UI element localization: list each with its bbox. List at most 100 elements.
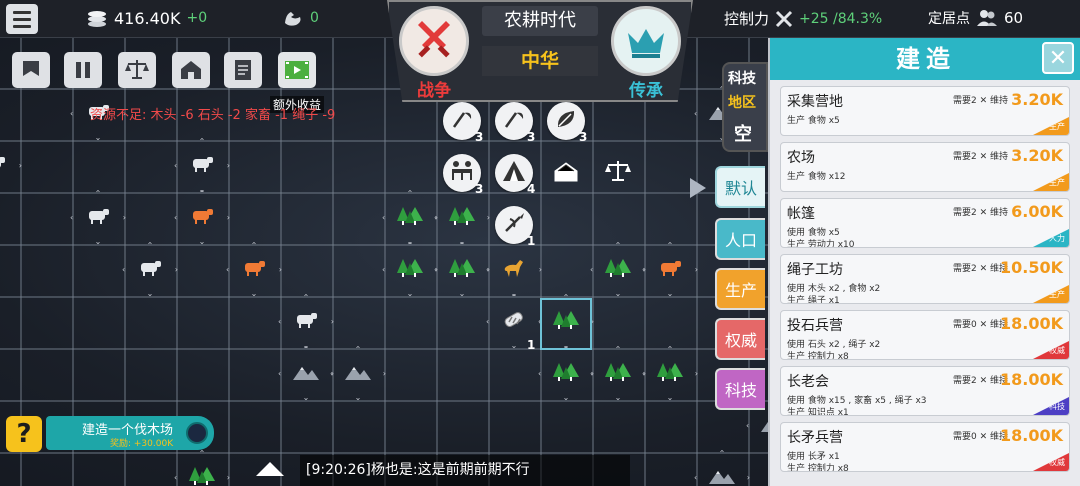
- cow-tile[interactable]: ⌃⌄‹›: [226, 242, 282, 298]
- cow-icon: [0, 155, 7, 177]
- chevron-down-icon: ⌄: [94, 237, 102, 246]
- document-button[interactable]: [224, 52, 262, 88]
- build-card[interactable]: 投石兵营 需要0 ✕ 维持 18.00K 使用 石头 x2 , 绳子 x2 生产 控制力…: [780, 310, 1070, 360]
- build-panel: 建造 ✕ 采集营地 需要2 ✕ 维持 3.20K 生产 食物 x5 生产 农场 需要2 ✕ …: [768, 38, 1080, 486]
- build-card[interactable]: 长矛兵营 需要0 ✕ 维持 18.00K 使用 长矛 x1 生产 控制力 x8 权威: [780, 422, 1070, 472]
- build-card[interactable]: 长老会 需要2 ✕ 维持 18.00K 使用 食物 x15 , 家畜 x5 , 绳子 …: [780, 366, 1070, 416]
- build-card-cost: 18.00K: [999, 370, 1063, 389]
- build-card-line: 生产 绳子 x1: [787, 296, 840, 304]
- chevron-left-icon: ‹: [486, 317, 490, 326]
- chevron-left-icon: ‹: [486, 265, 490, 274]
- tree-icon: [604, 361, 632, 387]
- pause-button[interactable]: [64, 52, 102, 88]
- chevron-down-icon: ⌄: [146, 289, 154, 298]
- tree-tile[interactable]: ⌃⌄‹›: [174, 449, 230, 486]
- chevron-right-icon: ›: [226, 473, 230, 482]
- coins-resource: 416.40K +0: [86, 8, 207, 28]
- crossed-swords-icon: [775, 10, 793, 27]
- cow-tile[interactable]: ⌃⌄‹›: [174, 137, 230, 194]
- tab-tech[interactable]: 科技: [715, 368, 765, 410]
- farmhouse-icon: [552, 159, 580, 187]
- build-card[interactable]: 农场 需要2 ✕ 维持 3.20K 生产 食物 x12 生产: [780, 142, 1070, 192]
- chevron-left-icon: ‹: [122, 265, 126, 274]
- cow-tile[interactable]: ⌃⌄‹›: [278, 294, 334, 350]
- chevron-down-icon: ⌄: [562, 393, 570, 402]
- tab-authority[interactable]: 权威: [715, 318, 765, 360]
- mountain-tile[interactable]: ⌃⌄‹›: [278, 346, 334, 402]
- chat-message[interactable]: [9:20:26]杨也是:这是前期前期不行: [300, 455, 630, 486]
- building-count: 1: [527, 234, 536, 248]
- chevron-up-icon: ⌃: [198, 449, 206, 458]
- chevron-left-icon: ‹: [434, 265, 438, 274]
- chevron-down-icon: ⌄: [250, 289, 258, 298]
- building-balance[interactable]: [599, 154, 637, 192]
- build-card-line: 生产 食物 x5: [787, 116, 840, 126]
- inherit-label: 传承: [629, 81, 663, 101]
- build-card-category-tag: 生产: [1033, 173, 1069, 191]
- cow-tile[interactable]: ⌃⌄‹›: [174, 190, 230, 246]
- build-card-cost: 10.50K: [999, 258, 1063, 277]
- cow-tile[interactable]: ⌃⌄‹›: [642, 242, 698, 298]
- selected-tile[interactable]: [540, 298, 592, 350]
- war-button[interactable]: [399, 6, 469, 76]
- build-card[interactable]: 帐篷 需要2 ✕ 维持 6.00K 使用 食物 x5 生产 劳动力 x10 人力: [780, 198, 1070, 248]
- banner-button[interactable]: [12, 52, 50, 88]
- tree-tile[interactable]: ⌃⌄‹›: [590, 242, 646, 298]
- tree-tile[interactable]: ⌃⌄‹›: [434, 190, 490, 246]
- chevron-left-icon: ‹: [382, 265, 386, 274]
- build-card-requirement: 需要2 ✕ 维持: [953, 96, 1008, 106]
- region-panel[interactable]: 科技 地区 空: [722, 62, 768, 152]
- spear-icon: [502, 211, 526, 239]
- inherit-button[interactable]: [611, 6, 681, 76]
- mountain-tile[interactable]: ⌃⌄‹›: [330, 345, 386, 402]
- help-button[interactable]: ?: [6, 416, 42, 452]
- menu-button[interactable]: [6, 4, 38, 34]
- build-card[interactable]: 绳子工坊 需要2 ✕ 维持 10.50K 使用 木头 x2 , 食物 x2 生产 绳子 …: [780, 254, 1070, 304]
- banner-icon: [23, 61, 39, 76]
- question-icon: ?: [16, 419, 32, 449]
- cow-icon: [241, 259, 267, 281]
- strength-value: 0: [310, 10, 319, 26]
- chat-expand-icon[interactable]: [256, 462, 284, 476]
- tech-label: 科技: [728, 71, 756, 87]
- balance-button[interactable]: [118, 52, 156, 88]
- tab-population[interactable]: 人口: [715, 218, 765, 260]
- chevron-right-icon: ›: [278, 265, 282, 274]
- horse-tile[interactable]: ⌃ ⌄ ‹ ›: [486, 242, 542, 298]
- cow-tile[interactable]: ⌃⌄‹›: [0, 141, 22, 191]
- tree-tile[interactable]: ⌃⌄‹›: [434, 242, 490, 298]
- chevron-down-icon: ⌄: [614, 289, 622, 298]
- chevron-up-icon: ⌃: [198, 137, 206, 146]
- tree-tile[interactable]: ⌃⌄‹›: [538, 346, 594, 402]
- building-farmhouse[interactable]: [547, 154, 585, 192]
- build-card[interactable]: 采集营地 需要2 ✕ 维持 3.20K 生产 食物 x5 生产: [780, 86, 1070, 136]
- close-icon: ✕: [1048, 45, 1068, 71]
- chevron-right-icon: ›: [642, 265, 646, 274]
- chevron-left-icon: ‹: [694, 109, 698, 118]
- mountain-tile[interactable]: ⌃⌄‹›: [694, 450, 750, 486]
- tree-tile[interactable]: ⌃⌄‹›: [590, 346, 646, 402]
- video-bonus-button[interactable]: [278, 52, 316, 88]
- settlement-resource: 定居点 60: [928, 8, 1023, 28]
- build-card-line: 生产 控制力 x8: [787, 352, 849, 360]
- grid-line: [0, 140, 770, 142]
- tree-tile[interactable]: ⌃⌄‹›: [382, 242, 438, 298]
- cow-icon: [189, 155, 215, 177]
- grid-line: [332, 38, 334, 486]
- chevron-left-icon: ‹: [382, 213, 386, 222]
- build-button[interactable]: [172, 52, 210, 88]
- cow-tile[interactable]: ⌃⌄‹›: [122, 242, 178, 298]
- build-card-category-tag: 权威: [1033, 341, 1069, 359]
- close-button[interactable]: ✕: [1042, 42, 1074, 74]
- build-panel-title: 建造: [770, 38, 1080, 80]
- tree-icon: [396, 205, 424, 231]
- tab-production[interactable]: 生产: [715, 268, 765, 310]
- cow-tile[interactable]: ⌃⌄‹›: [70, 190, 126, 246]
- chevron-up-icon: ⌃: [354, 345, 362, 354]
- tree-tile[interactable]: ⌃⌄‹›: [382, 190, 438, 246]
- quest-banner[interactable]: 建造一个伐木场 奖励: +30.00K: [46, 416, 214, 450]
- tree-icon: [604, 257, 632, 283]
- build-card-name: 帐篷: [787, 206, 815, 222]
- tab-default[interactable]: 默认: [715, 166, 765, 208]
- tree-tile[interactable]: ⌃⌄‹›: [642, 346, 698, 402]
